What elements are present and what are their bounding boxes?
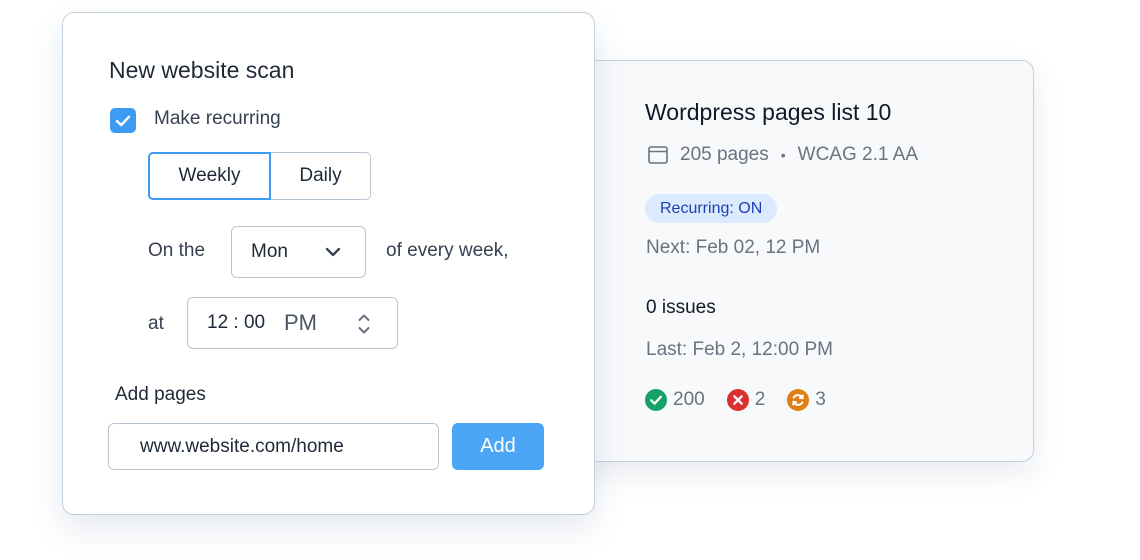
- time-meridiem[interactable]: PM: [284, 310, 317, 336]
- daily-option[interactable]: Daily: [271, 152, 371, 200]
- last-run-time: Last: Feb 2, 12:00 PM: [646, 339, 833, 360]
- scan-stats: 200 2 3: [645, 388, 848, 412]
- pending-stat: 3: [787, 389, 826, 411]
- failed-count: 2: [754, 389, 766, 410]
- recurring-status-badge: Recurring: ON: [645, 194, 778, 223]
- check-circle-icon: [645, 389, 667, 411]
- check-icon: [115, 115, 131, 126]
- scan-meta: 205 pages • WCAG 2.1 AA: [648, 143, 918, 167]
- refresh-circle-icon: [787, 389, 810, 411]
- next-run-time: Next: Feb 02, 12 PM: [646, 237, 821, 258]
- browser-window-icon: [648, 146, 668, 164]
- at-label: at: [148, 313, 164, 334]
- make-recurring-label[interactable]: Make recurring: [154, 108, 281, 130]
- make-recurring-checkbox[interactable]: [110, 108, 136, 133]
- passed-count: 200: [673, 389, 705, 410]
- page-count: 205 pages: [680, 144, 769, 165]
- day-select[interactable]: Mon: [231, 226, 366, 278]
- add-page-button[interactable]: Add: [452, 423, 544, 470]
- weekly-option[interactable]: Weekly: [148, 152, 271, 200]
- passed-stat: 200: [645, 389, 705, 411]
- add-pages-label: Add pages: [115, 384, 206, 405]
- time-picker[interactable]: 12 : 00 PM: [187, 297, 398, 349]
- stepper-icon[interactable]: [357, 312, 371, 336]
- every-week-label: of every week,: [386, 240, 509, 261]
- chevron-down-icon: [325, 247, 341, 257]
- page-url-input[interactable]: [108, 423, 439, 470]
- x-circle-icon: [726, 389, 749, 411]
- time-value[interactable]: 12 : 00: [207, 312, 265, 334]
- day-select-value: Mon: [251, 241, 288, 262]
- failed-stat: 2: [726, 389, 766, 411]
- form-title: New website scan: [109, 57, 295, 83]
- frequency-toggle: Weekly Daily: [148, 152, 371, 200]
- wcag-standard: WCAG 2.1 AA: [797, 144, 919, 165]
- pending-count: 3: [815, 389, 826, 410]
- meta-separator: •: [780, 147, 786, 163]
- issues-count: 0 issues: [646, 297, 716, 318]
- on-the-label: On the: [148, 240, 206, 261]
- scan-title: Wordpress pages list 10: [645, 99, 892, 125]
